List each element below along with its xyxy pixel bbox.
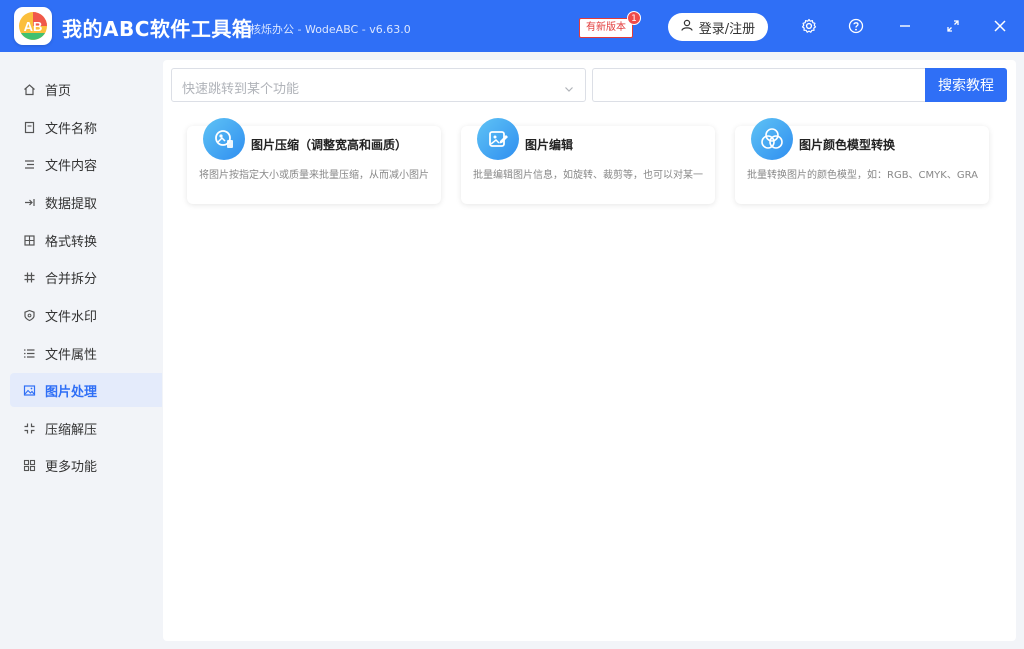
card-title: 图片编辑 bbox=[525, 138, 574, 152]
feature-card-color-model[interactable]: 图片颜色模型转换 批量转换图片的颜色模型，如：RGB、CMYK、GRA bbox=[735, 118, 989, 204]
sidebar-item-image-processing[interactable]: 图片处理 bbox=[10, 373, 162, 407]
sidebar-item-label: 文件属性 bbox=[45, 347, 98, 363]
new-version-count-badge: 1 bbox=[627, 11, 641, 25]
sidebar: 首页 文件名称 文件内容 数据提取 格式转换 合并拆分 文件水印 文件属性 图片… bbox=[0, 52, 162, 649]
chevron-down-icon bbox=[563, 80, 575, 99]
login-register-button[interactable]: 登录/注册 bbox=[668, 13, 768, 41]
image-icon bbox=[22, 383, 36, 397]
sidebar-item-file-content[interactable]: 文件内容 bbox=[10, 147, 162, 181]
sidebar-item-label: 文件水印 bbox=[45, 309, 98, 325]
new-version-button[interactable]: 有新版本 bbox=[579, 18, 633, 38]
image-compress-icon bbox=[203, 118, 245, 160]
svg-text:AB: AB bbox=[24, 19, 43, 34]
sidebar-item-format-convert[interactable]: 格式转换 bbox=[10, 223, 162, 257]
sidebar-item-properties[interactable]: 文件属性 bbox=[10, 336, 162, 370]
sidebar-item-label: 图片处理 bbox=[45, 384, 98, 400]
file-content-icon bbox=[22, 157, 36, 171]
card-description: 批量转换图片的颜色模型，如：RGB、CMYK、GRA bbox=[747, 170, 978, 181]
sidebar-item-merge-split[interactable]: 合并拆分 bbox=[10, 260, 162, 294]
sidebar-item-label: 数据提取 bbox=[45, 196, 98, 212]
tutorial-search-input[interactable] bbox=[592, 68, 925, 102]
sidebar-item-data-extract[interactable]: 数据提取 bbox=[10, 185, 162, 219]
sidebar-item-label: 文件内容 bbox=[45, 158, 98, 174]
color-model-icon bbox=[751, 118, 793, 160]
card-description: 将图片按指定大小或质量来批量压缩，从而减小图片 bbox=[199, 170, 429, 181]
minimize-icon[interactable] bbox=[894, 15, 916, 37]
sidebar-item-label: 文件名称 bbox=[45, 121, 98, 137]
sidebar-item-label: 更多功能 bbox=[45, 459, 98, 475]
app-subtitle: 核烁办公 - WodeABC - v6.63.0 bbox=[250, 23, 411, 36]
sidebar-item-home[interactable]: 首页 bbox=[10, 72, 162, 106]
image-edit-icon bbox=[477, 118, 519, 160]
file-name-icon bbox=[22, 120, 36, 134]
watermark-icon bbox=[22, 308, 36, 322]
sidebar-item-label: 合并拆分 bbox=[45, 271, 98, 287]
sidebar-item-file-name[interactable]: 文件名称 bbox=[10, 110, 162, 144]
login-register-label: 登录/注册 bbox=[698, 21, 756, 37]
card-description: 批量编辑图片信息，如旋转、裁剪等，也可以对某一 bbox=[473, 170, 703, 181]
search-tutorial-button[interactable]: 搜索教程 bbox=[925, 68, 1007, 102]
format-convert-icon bbox=[22, 233, 36, 247]
app-title: 我的ABC软件工具箱 bbox=[62, 17, 253, 41]
help-icon[interactable] bbox=[845, 15, 867, 37]
card-title: 图片压缩（调整宽高和画质） bbox=[251, 138, 408, 152]
main-panel: 快速跳转到某个功能 搜索教程 图片压缩（调整宽高和画质） 将图片按指定大小或质量… bbox=[163, 60, 1016, 641]
title-bar: AB 我的ABC软件工具箱 核烁办公 - WodeABC - v6.63.0 有… bbox=[0, 0, 1024, 52]
sidebar-item-more[interactable]: 更多功能 bbox=[10, 448, 162, 482]
sidebar-item-label: 首页 bbox=[45, 83, 72, 99]
app-logo-icon: AB bbox=[14, 7, 52, 45]
maximize-icon[interactable] bbox=[942, 15, 964, 37]
sidebar-item-compress[interactable]: 压缩解压 bbox=[10, 411, 162, 445]
feature-card-image-compress[interactable]: 图片压缩（调整宽高和画质） 将图片按指定大小或质量来批量压缩，从而减小图片 bbox=[187, 118, 441, 204]
properties-icon bbox=[22, 346, 36, 360]
sidebar-item-label: 格式转换 bbox=[45, 234, 98, 250]
more-icon bbox=[22, 458, 36, 472]
data-extract-icon bbox=[22, 195, 36, 209]
settings-icon[interactable] bbox=[798, 15, 820, 37]
feature-card-image-edit[interactable]: 图片编辑 批量编辑图片信息，如旋转、裁剪等，也可以对某一 bbox=[461, 118, 715, 204]
home-icon bbox=[22, 82, 36, 96]
sidebar-item-label: 压缩解压 bbox=[45, 422, 98, 438]
compress-icon bbox=[22, 421, 36, 435]
card-title: 图片颜色模型转换 bbox=[799, 138, 896, 152]
merge-split-icon bbox=[22, 270, 36, 284]
close-icon[interactable] bbox=[989, 15, 1011, 37]
sidebar-item-watermark[interactable]: 文件水印 bbox=[10, 298, 162, 332]
user-icon bbox=[681, 19, 693, 35]
quick-jump-placeholder: 快速跳转到某个功能 bbox=[182, 82, 300, 97]
quick-jump-select[interactable]: 快速跳转到某个功能 bbox=[171, 68, 586, 102]
